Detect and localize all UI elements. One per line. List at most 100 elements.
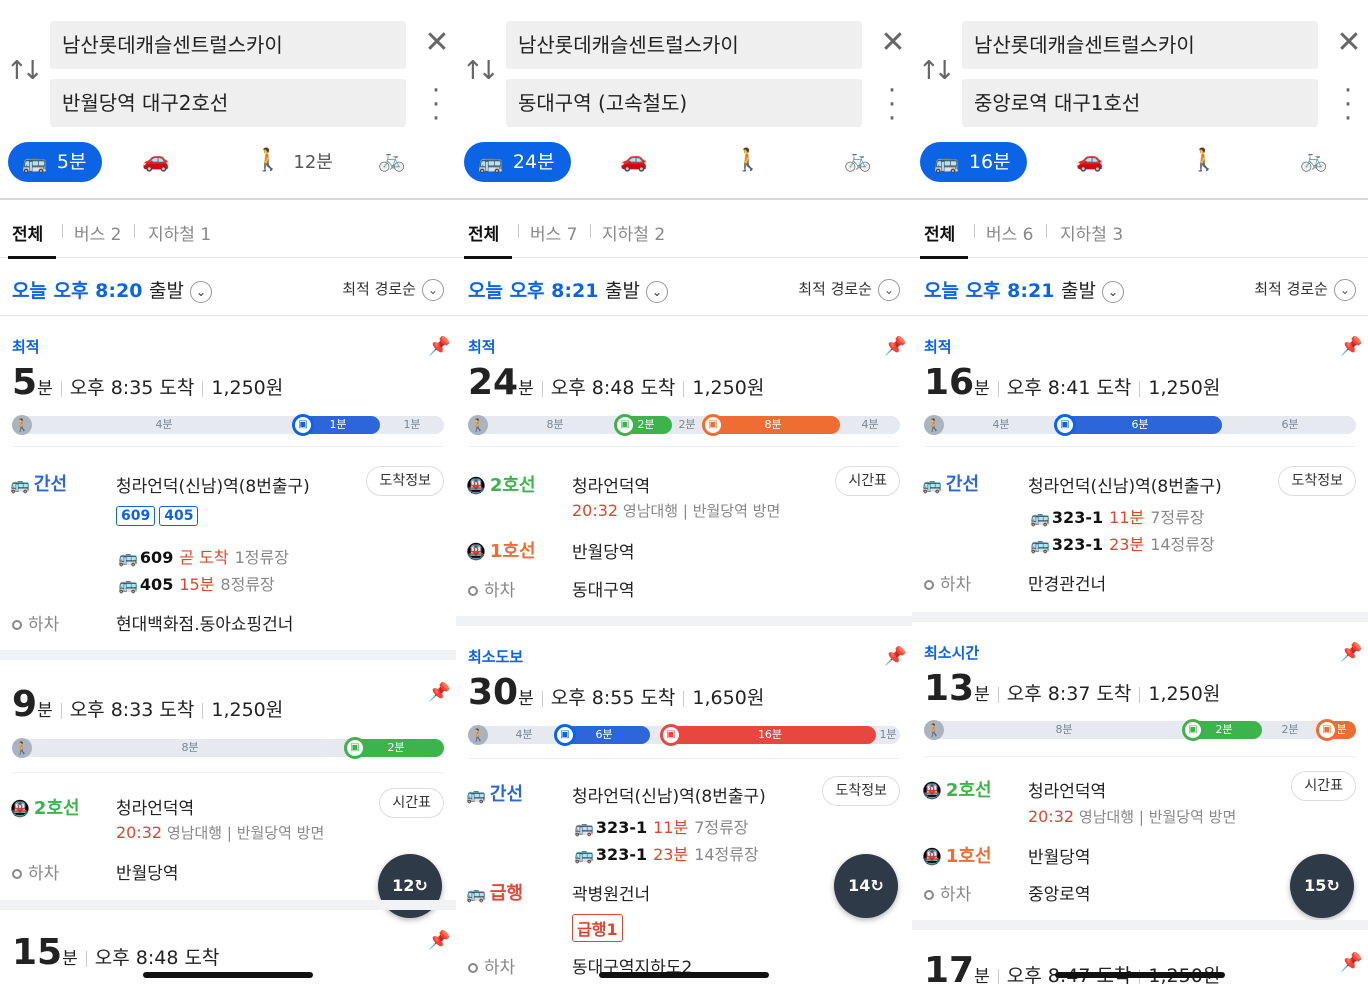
walk-icon: 🚶 [468, 415, 488, 435]
chevron-down-icon: ⌄ [646, 280, 669, 303]
pin-icon[interactable]: 📌 [428, 930, 450, 951]
origin-field[interactable]: 남산롯데캐슬센트럴스카이 [506, 21, 862, 69]
transport-modes: 🚌 5분 🚗 🚶 12분 🚲 [0, 140, 456, 186]
route-type-tabs: 전체 버스 6 지하철 3 [912, 202, 1368, 259]
tab-divider [1046, 224, 1047, 238]
pin-icon[interactable]: 📌 [884, 336, 906, 357]
route-timeline-bar: 🚶 4분 1분 ▣ 1분 [12, 414, 444, 436]
departure-time[interactable]: 오늘 오후 8:20 출발 ⌄ [12, 276, 213, 303]
car-icon: 🚗 [620, 148, 648, 173]
close-icon[interactable]: ✕ [880, 28, 906, 58]
car-mode-button[interactable]: 🚗 [1076, 148, 1103, 173]
walk-mode-button[interactable]: 🚶 [1190, 148, 1217, 173]
bike-mode-button[interactable]: 🚲 [1300, 148, 1327, 173]
route-separator [912, 612, 1368, 622]
bike-mode-button[interactable]: 🚲 [844, 148, 871, 173]
tab-subway[interactable]: 지하철 3 [1060, 220, 1123, 245]
tab-all[interactable]: 전체 [12, 220, 43, 245]
swap-arrows-icon[interactable]: ↑↓ [6, 56, 44, 86]
pin-icon[interactable]: 📌 [428, 336, 450, 357]
tab-bus[interactable]: 버스 2 [74, 220, 122, 245]
swap-arrows-icon[interactable]: ↑↓ [462, 56, 500, 86]
swap-arrows-icon[interactable]: ↑↓ [918, 56, 956, 86]
sort-dropdown[interactable]: 최적 경로순 ⌄ [1254, 278, 1356, 301]
refresh-icon: ↻ [414, 876, 428, 895]
pin-icon[interactable]: 📌 [428, 682, 450, 703]
transit-mode-button[interactable]: 🚌 16분 [920, 142, 1027, 182]
subway-icon: ▣ [344, 737, 366, 759]
pin-icon[interactable]: 📌 [1340, 642, 1362, 663]
bus-badge[interactable]: 609 [116, 506, 156, 526]
route-summary[interactable]: 16분 오후 8:41 도착 1,250원 [924, 362, 1220, 403]
bus-icon: 🚌 [574, 818, 594, 837]
bike-mode-button[interactable]: 🚲 [378, 148, 405, 173]
transit-mode-button[interactable]: 🚌 24분 [464, 142, 571, 182]
route-summary[interactable]: 24분 오후 8:48 도착 1,250원 [468, 362, 764, 403]
route-summary[interactable]: 30분 오후 8:55 도착 1,650원 [468, 672, 764, 713]
tab-all[interactable]: 전체 [924, 220, 955, 245]
pin-icon[interactable]: 📌 [1340, 336, 1362, 357]
more-vertical-icon[interactable]: · · · [1338, 78, 1358, 132]
bus-icon: 🚌 [574, 845, 594, 864]
route-summary[interactable]: 9분 오후 8:33 도착 1,250원 [12, 684, 283, 725]
origin-field[interactable]: 남산롯데캐슬센트럴스카이 [962, 21, 1318, 69]
alight-station: 반월당역 [116, 864, 179, 884]
timetable-button[interactable]: 시간표 [379, 788, 444, 818]
tab-bus[interactable]: 버스 7 [530, 220, 578, 245]
refresh-button[interactable]: 15↻ [1290, 854, 1354, 918]
more-vertical-icon[interactable]: · · · [882, 78, 902, 132]
origin-field[interactable]: 남산롯데캐슬센트럴스카이 [50, 21, 406, 69]
route-summary[interactable]: 13분 오후 8:37 도착 1,250원 [924, 668, 1220, 709]
close-icon[interactable]: ✕ [1336, 28, 1362, 58]
route-summary[interactable]: 5분 오후 8:35 도착 1,250원 [12, 362, 283, 403]
divider [12, 446, 444, 447]
arrival-info-button[interactable]: 도착정보 [366, 466, 444, 496]
car-mode-button[interactable]: 🚗 [142, 148, 169, 173]
transit-mode-button[interactable]: 🚌 5분 [8, 142, 103, 182]
bus-icon: 🚌 [934, 150, 959, 174]
bus-badge[interactable]: 급행1 [572, 914, 623, 942]
refresh-button[interactable]: 14↻ [834, 854, 898, 918]
alight-label: 하차 [924, 880, 971, 905]
tab-divider [134, 224, 135, 238]
sort-dropdown[interactable]: 최적 경로순 ⌄ [342, 278, 444, 301]
route-panel-3: ↑↓ 남산롯데캐슬센트럴스카이 중앙로역 대구1호선 ✕ · · · 🚌 16분 🚗 … [912, 0, 1368, 984]
timetable-button[interactable]: 시간표 [835, 466, 900, 496]
alight-station: 중앙로역 [1028, 885, 1091, 905]
destination-field[interactable]: 반월당역 대구2호선 [50, 79, 406, 127]
walk-mode-button[interactable]: 🚶 [734, 148, 761, 173]
timetable-button[interactable]: 시간표 [1291, 771, 1356, 801]
alight-label: 하차 [12, 610, 59, 635]
tab-all[interactable]: 전체 [468, 220, 499, 245]
destination-field[interactable]: 중앙로역 대구1호선 [962, 79, 1318, 127]
walk-icon: 🚶 [734, 148, 762, 173]
pin-icon[interactable]: 📌 [884, 646, 906, 667]
arrival-info-button[interactable]: 도착정보 [822, 776, 900, 806]
departure-time[interactable]: 오늘 오후 8:21 출발 ⌄ [468, 276, 669, 303]
tab-subway[interactable]: 지하철 2 [602, 220, 665, 245]
departure-time[interactable]: 오늘 오후 8:21 출발 ⌄ [924, 276, 1125, 303]
close-icon[interactable]: ✕ [424, 28, 450, 58]
search-header: ↑↓ 남산롯데캐슬센트럴스카이 동대구역 (고속철도) ✕ · · · 🚌 24분 🚗… [456, 0, 912, 200]
tab-subway[interactable]: 지하철 1 [148, 220, 211, 245]
alight-label: 하차 [468, 953, 515, 978]
bus-icon: 🚌 [466, 884, 486, 903]
departure-row: 오늘 오후 8:21 출발 ⌄ 최적 경로순 ⌄ [912, 262, 1368, 316]
pin-icon[interactable]: 📌 [1340, 952, 1362, 973]
tab-bus[interactable]: 버스 6 [986, 220, 1034, 245]
more-vertical-icon[interactable]: · · · [426, 78, 446, 132]
walk-mode-button[interactable]: 🚶 12분 [254, 148, 333, 174]
alight-stop: 만경관건너 [1028, 575, 1107, 595]
sort-dropdown[interactable]: 최적 경로순 ⌄ [798, 278, 900, 301]
route-summary[interactable]: 15분 오후 8:48 도착 [12, 932, 219, 973]
transport-modes: 🚌 24분 🚗 🚶 🚲 [456, 140, 912, 186]
bus-badge[interactable]: 405 [159, 506, 199, 526]
destination-field[interactable]: 동대구역 (고속철도) [506, 79, 862, 127]
route-summary[interactable]: 17분오후 8:47 도착1,250원 [924, 950, 1220, 984]
car-icon: 🚗 [1076, 148, 1104, 173]
walk-icon: 🚶 [468, 725, 488, 745]
arrival-info-button[interactable]: 도착정보 [1278, 466, 1356, 496]
car-mode-button[interactable]: 🚗 [620, 148, 647, 173]
route-tag: 최소도보 [468, 648, 524, 666]
chevron-down-icon: ⌄ [1102, 280, 1125, 303]
